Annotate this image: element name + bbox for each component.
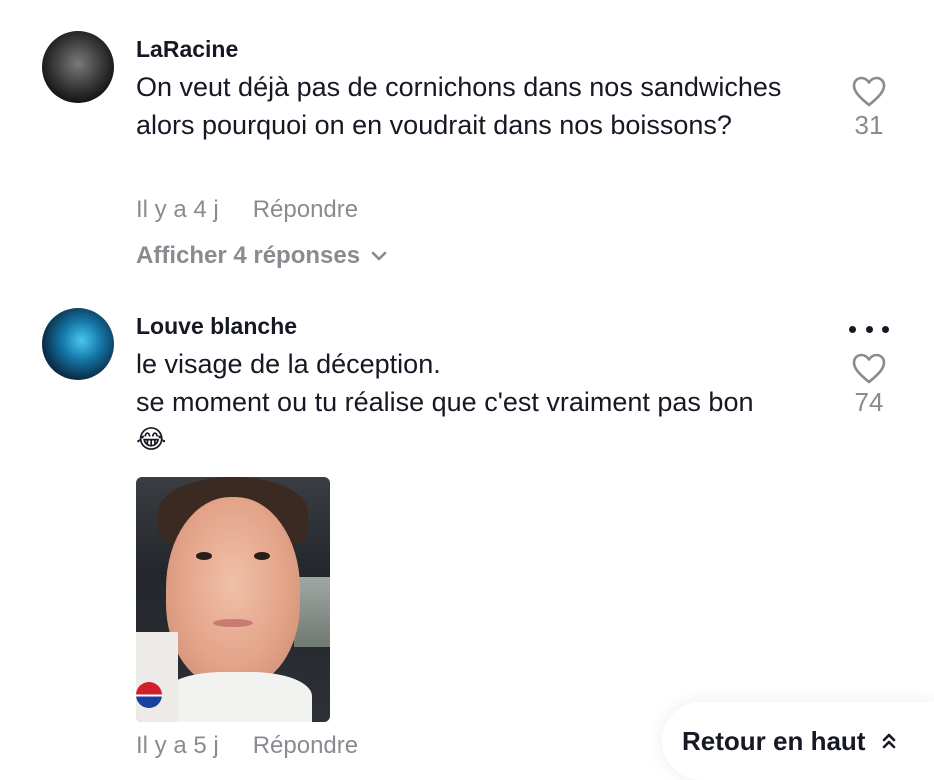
comment-username[interactable]: Louve blanche <box>136 313 297 340</box>
like-count: 74 <box>854 387 884 417</box>
like-count: 31 <box>854 110 884 140</box>
comment-meta: Il y a 5 j Répondre <box>136 732 358 760</box>
back-to-top-button[interactable]: Retour en haut <box>662 702 934 780</box>
chevron-down-icon <box>371 251 387 261</box>
like-button[interactable]: 74 <box>838 353 900 418</box>
comment-text-line: le visage de la déception. <box>136 349 441 379</box>
heart-outline-icon <box>852 353 886 384</box>
show-replies-label: Afficher 4 réponses <box>136 242 361 269</box>
comment-image[interactable] <box>136 477 330 722</box>
more-horizontal-icon[interactable] <box>849 324 889 334</box>
double-chevron-up-icon <box>883 733 896 749</box>
comment-text: On veut déjà pas de cornichons dans nos … <box>136 72 782 140</box>
comments-page: LaRacine On veut déjà pas de cornichons … <box>0 0 934 780</box>
comment-timestamp: Il y a 4 j <box>136 196 219 223</box>
avatar[interactable] <box>42 31 114 103</box>
reply-button[interactable]: Répondre <box>253 196 358 223</box>
comment-text-line: se moment ou tu réalise que c'est vraime… <box>136 387 754 417</box>
comment-timestamp: Il y a 5 j <box>136 732 219 759</box>
show-replies-button[interactable]: Afficher 4 réponses <box>136 242 388 270</box>
avatar[interactable] <box>42 308 114 380</box>
heart-outline-icon <box>852 76 886 107</box>
comment-meta: Il y a 4 j Répondre <box>136 196 358 224</box>
reply-button[interactable]: Répondre <box>253 732 358 759</box>
like-button[interactable]: 31 <box>838 76 900 141</box>
laughing-emoji: 😂 <box>136 424 167 454</box>
back-to-top-label: Retour en haut <box>682 725 866 756</box>
comment-username[interactable]: LaRacine <box>136 36 238 63</box>
